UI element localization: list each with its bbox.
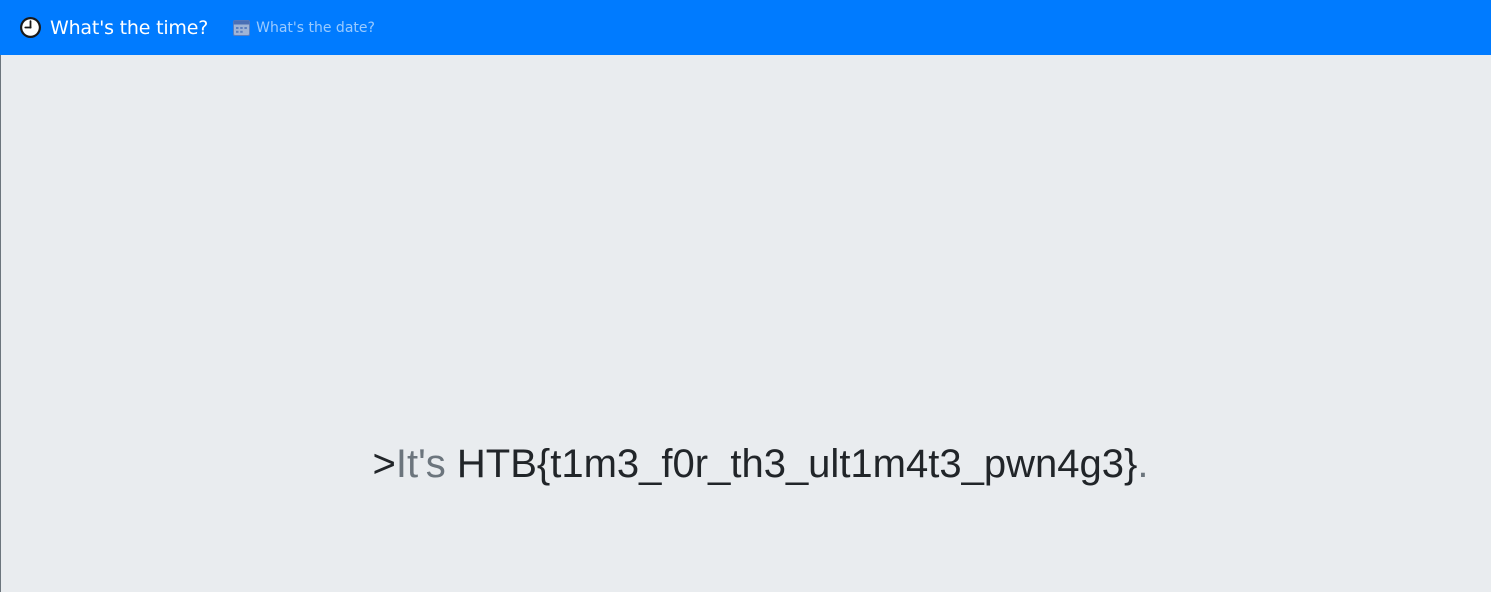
message-value: HTB{t1m3_f0r_th3_ult1m4t3_pwn4g3}	[456, 442, 1138, 486]
nav-link-date-label: What's the date?	[256, 19, 375, 36]
time-message: >It's HTB{t1m3_f0r_th3_ult1m4t3_pwn4g3}.	[0, 440, 1491, 488]
clock-icon	[19, 16, 42, 39]
main-content: >It's HTB{t1m3_f0r_th3_ult1m4t3_pwn4g3}.	[0, 55, 1491, 592]
message-suffix: .	[1137, 442, 1149, 486]
brand-link[interactable]: What's the time?	[19, 16, 208, 39]
message-lead: It's	[395, 442, 457, 486]
calendar-icon	[233, 19, 251, 36]
nav-link-date[interactable]: What's the date?	[233, 19, 375, 36]
top-navbar: What's the time? What's the date?	[0, 0, 1491, 55]
message-prefix: >	[372, 442, 396, 486]
brand-label: What's the time?	[50, 16, 209, 39]
